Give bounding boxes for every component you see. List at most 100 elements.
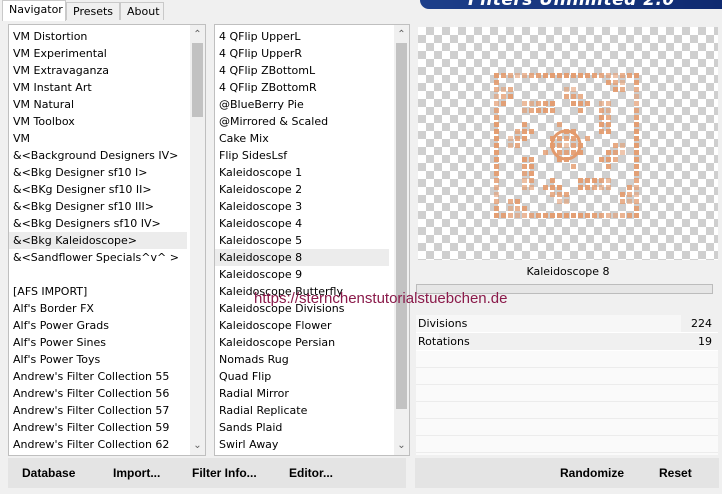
category-list-item[interactable]: &<Bkg Designer sf10 I> bbox=[9, 164, 187, 181]
pattern-tile bbox=[557, 143, 562, 148]
scroll-up-arrow-icon[interactable]: ⌃ bbox=[394, 27, 409, 42]
tab-about[interactable]: About bbox=[120, 2, 164, 20]
filter-list-item[interactable]: @Mirrored & Scaled bbox=[215, 113, 389, 130]
filter-list-item[interactable]: Flip SidesLsf bbox=[215, 147, 389, 164]
category-list-item[interactable]: Alf's Power Sines bbox=[9, 334, 187, 351]
reset-button[interactable]: Reset bbox=[659, 466, 692, 480]
filter-list-item[interactable]: Kaleidoscope 9 bbox=[215, 266, 389, 283]
filter-list-item[interactable]: @BlueBerry Pie bbox=[215, 96, 389, 113]
pattern-tile bbox=[613, 87, 618, 92]
filter-list-item[interactable]: Kaleidoscope 2 bbox=[215, 181, 389, 198]
pattern-tile bbox=[494, 143, 499, 148]
category-list-item[interactable]: Andrew's Filter Collection 59 bbox=[9, 419, 187, 436]
category-list-item[interactable]: &<Bkg Kaleidoscope> bbox=[9, 232, 187, 249]
pattern-tile bbox=[550, 178, 555, 183]
filter-list-item[interactable]: Kaleidoscope 3 bbox=[215, 198, 389, 215]
pattern-tile bbox=[606, 108, 611, 113]
pattern-tile bbox=[578, 94, 583, 99]
category-list-item[interactable]: Andrew's Filter Collection 57 bbox=[9, 402, 187, 419]
pattern-tile bbox=[508, 87, 513, 92]
tab-presets[interactable]: Presets bbox=[66, 2, 120, 20]
pattern-tile bbox=[606, 157, 611, 162]
category-list-item[interactable]: VM Natural bbox=[9, 96, 187, 113]
category-list-item[interactable]: Andrew's Filter Collection 62 bbox=[9, 436, 187, 453]
category-list-item[interactable] bbox=[9, 266, 187, 283]
pattern-tile bbox=[585, 136, 590, 141]
pattern-tile bbox=[627, 192, 632, 197]
filter-list-item[interactable]: Radial Mirror bbox=[215, 385, 389, 402]
pattern-tile bbox=[522, 136, 527, 141]
filter-list-item[interactable]: Kaleidoscope Persian bbox=[215, 334, 389, 351]
filter-list-item[interactable]: Sands Plaid bbox=[215, 419, 389, 436]
category-list-item[interactable]: VM Extravaganza bbox=[9, 62, 187, 79]
category-list-item[interactable]: &<Bkg Designers sf10 IV> bbox=[9, 215, 187, 232]
pattern-tile bbox=[627, 199, 632, 204]
filter-list-item[interactable]: 4 QFlip ZBottomR bbox=[215, 79, 389, 96]
pattern-tile bbox=[620, 199, 625, 204]
pattern-tile bbox=[557, 136, 562, 141]
category-list-item[interactable]: &<BKg Designer sf10 II> bbox=[9, 181, 187, 198]
pattern-tile bbox=[564, 150, 569, 155]
category-list-item[interactable]: &<Sandflower Specials^v^ > bbox=[9, 249, 187, 266]
param-rotations[interactable]: Rotations 19 bbox=[416, 333, 718, 351]
pattern-tile bbox=[571, 73, 576, 78]
database-button[interactable]: Database bbox=[22, 466, 75, 480]
filter-list-item[interactable]: Radial Replicate bbox=[215, 402, 389, 419]
pattern-tile bbox=[494, 206, 499, 211]
filter-list-item[interactable]: Quad Flip bbox=[215, 368, 389, 385]
pattern-tile bbox=[543, 108, 548, 113]
import-button[interactable]: Import... bbox=[113, 466, 160, 480]
category-list-item[interactable]: VM bbox=[9, 130, 187, 147]
scroll-down-arrow-icon[interactable]: ⌄ bbox=[190, 438, 205, 453]
category-list-item[interactable]: &<Bkg Designer sf10 III> bbox=[9, 198, 187, 215]
category-scroll-thumb[interactable] bbox=[192, 43, 203, 117]
filter-list-item[interactable]: Kaleidoscope 5 bbox=[215, 232, 389, 249]
scroll-up-arrow-icon[interactable]: ⌃ bbox=[190, 27, 205, 42]
filter-list[interactable]: 4 QFlip UpperL 4 QFlip UpperR 4 QFlip ZBot… bbox=[215, 28, 393, 453]
pattern-tile bbox=[508, 94, 513, 99]
category-list-item[interactable]: Alf's Power Grads bbox=[9, 317, 187, 334]
randomize-button[interactable]: Randomize bbox=[560, 466, 624, 480]
pattern-tile bbox=[515, 136, 520, 141]
pattern-tile bbox=[522, 206, 527, 211]
filter-list-item[interactable]: 4 QFlip UpperR bbox=[215, 45, 389, 62]
pattern-tile bbox=[634, 94, 639, 99]
category-list-item[interactable]: Andrew's Filter Collection 56 bbox=[9, 385, 187, 402]
category-list-item[interactable]: [AFS IMPORT] bbox=[9, 283, 187, 300]
category-list-item[interactable]: VM Toolbox bbox=[9, 113, 187, 130]
filter-scrollbar[interactable]: ⌃ ⌄ bbox=[394, 25, 409, 455]
category-list-item[interactable]: Alf's Power Toys bbox=[9, 351, 187, 368]
pattern-tile bbox=[494, 185, 499, 190]
pattern-tile bbox=[494, 199, 499, 204]
filter-list-item[interactable]: Swirl Away bbox=[215, 436, 389, 453]
pattern-tile bbox=[564, 213, 569, 218]
param-divisions[interactable]: Divisions 224 bbox=[416, 315, 718, 333]
filter-list-item[interactable]: Nomads Rug bbox=[215, 351, 389, 368]
tab-navigator[interactable]: Navigator bbox=[2, 0, 66, 21]
category-list[interactable]: VM Distortion VM Experimental VM Extravaga… bbox=[9, 28, 191, 453]
category-list-item[interactable]: VM Instant Art bbox=[9, 79, 187, 96]
category-list-item[interactable]: Andrew's Filter Collection 55 bbox=[9, 368, 187, 385]
filter-info-button[interactable]: Filter Info... bbox=[192, 466, 257, 480]
filter-list-item[interactable]: Kaleidoscope 1 bbox=[215, 164, 389, 181]
category-scrollbar[interactable]: ⌃ ⌄ bbox=[190, 25, 205, 455]
category-list-item[interactable]: &<Background Designers IV> bbox=[9, 147, 187, 164]
category-list-item[interactable]: VM Experimental bbox=[9, 45, 187, 62]
pattern-tile bbox=[557, 192, 562, 197]
editor-button[interactable]: Editor... bbox=[289, 466, 333, 480]
category-list-item[interactable]: Alf's Border FX bbox=[9, 300, 187, 317]
pattern-tile bbox=[571, 143, 576, 148]
preview-filter-name: Kaleidoscope 8 bbox=[526, 265, 610, 278]
filter-list-item[interactable]: Cake Mix bbox=[215, 130, 389, 147]
pattern-tile bbox=[620, 87, 625, 92]
filter-list-item[interactable]: Kaleidoscope Flower bbox=[215, 317, 389, 334]
filter-list-item[interactable]: 4 QFlip ZBottomL bbox=[215, 62, 389, 79]
filter-scroll-thumb[interactable] bbox=[396, 43, 407, 409]
category-list-item[interactable]: VM Distortion bbox=[9, 28, 187, 45]
filter-list-item[interactable]: 4 QFlip UpperL bbox=[215, 28, 389, 45]
scroll-down-arrow-icon[interactable]: ⌄ bbox=[394, 438, 409, 453]
filter-list-item[interactable]: Kaleidoscope 8 bbox=[215, 249, 389, 266]
pattern-tile bbox=[599, 185, 604, 190]
filter-list-item[interactable]: Kaleidoscope 4 bbox=[215, 215, 389, 232]
pattern-tile bbox=[536, 108, 541, 113]
